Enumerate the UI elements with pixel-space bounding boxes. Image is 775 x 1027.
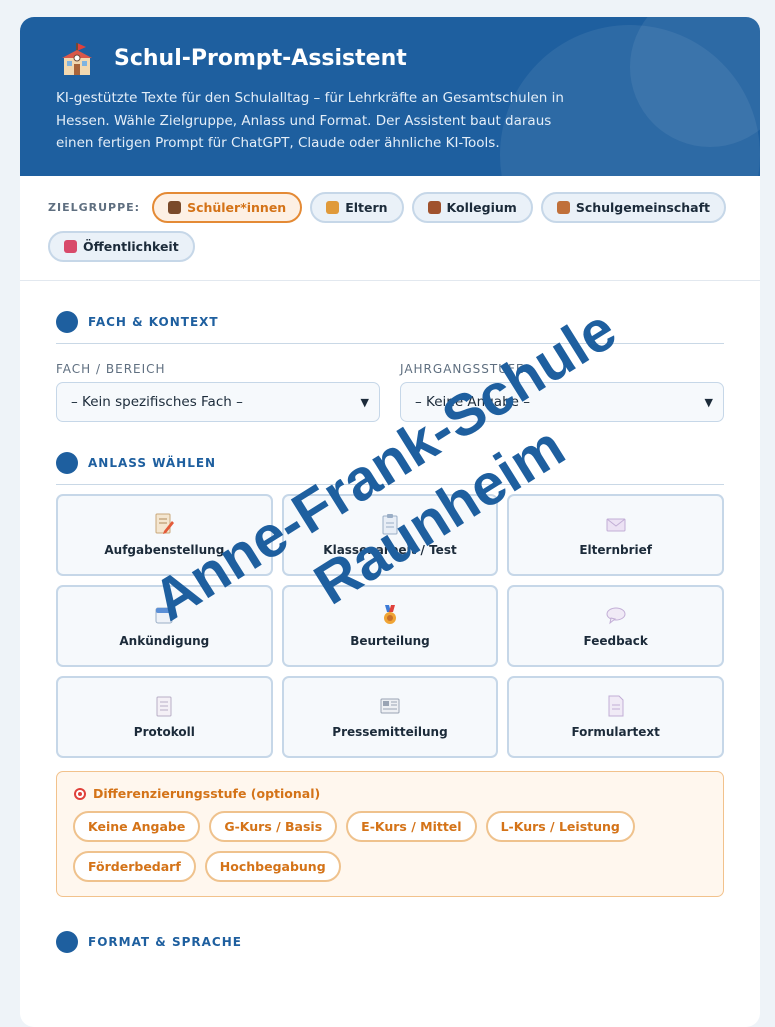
tile-label: Formulartext [571,725,660,739]
calendar-icon [155,607,173,624]
jahrgang-select-value: – Keine Angabe – [415,394,530,410]
chevron-down-icon: ▼ [360,395,369,409]
memo-icon [155,513,175,534]
anlass-tile-ankuendigung[interactable]: Ankündigung [56,585,273,667]
page-title: Schul-Prompt-Assistent [114,46,407,71]
audience-option-label: Schüler*innen [187,200,287,215]
anlass-tile-elternbrief[interactable]: Elternbrief [507,494,724,576]
differenzierung-options: Keine Angabe G-Kurs / Basis E-Kurs / Mit… [73,811,707,882]
audience-option-schueler[interactable]: Schüler*innen [152,192,303,223]
tile-label: Elternbrief [579,543,652,557]
tile-label: Protokoll [133,725,195,739]
school-building-icon [62,43,92,75]
newspaper-icon [380,698,400,714]
audience-selector: ZIELGRUPPE: Schüler*innen Eltern Kollegi… [20,176,760,281]
section-dot-icon [56,311,78,333]
fach-field: FACH / BEREICH – Kein spezifisches Fach … [56,362,380,422]
diff-option-keine-angabe[interactable]: Keine Angabe [73,811,201,842]
anlass-tile-feedback[interactable]: Feedback [507,585,724,667]
section-dot-icon [56,452,78,474]
fach-select[interactable]: – Kein spezifisches Fach – ▼ [56,382,380,422]
anlass-tile-pressemitteilung[interactable]: Pressemitteilung [281,676,499,758]
anlass-tile-beurteilung[interactable]: Beurteilung [281,585,499,667]
differenzierung-panel: Differenzierungsstufe (optional) Keine A… [56,771,724,897]
section-title: FORMAT & SPRACHE [88,935,242,949]
main-content: FACH & KONTEXT FACH / BEREICH – Kein spe… [20,281,760,963]
anlass-tile-protokoll[interactable]: Protokoll [56,676,273,758]
differenzierung-header: Differenzierungsstufe (optional) [73,786,707,801]
audience-option-label: Kollegium [446,200,517,215]
tile-label: Ankündigung [119,634,210,648]
differenzierung-title: Differenzierungsstufe (optional) [93,786,321,801]
audience-label: ZIELGRUPPE: [48,201,141,214]
section-title: ANLASS WÄHLEN [88,456,217,470]
family-icon [326,201,340,214]
anlass-grid: Aufgabenstellung Klassenarbeit / Test El… [56,494,724,758]
section-dot-icon [56,931,78,953]
app-card: Schul-Prompt-Assistent KI-gestützte Text… [20,17,760,1027]
school-icon [556,201,570,214]
chevron-down-icon: ▼ [704,395,713,409]
student-icon [168,201,182,214]
diff-option-g-kurs[interactable]: G-Kurs / Basis [209,811,338,842]
tile-label: Aufgabenstellung [104,543,225,557]
anlass-tile-formulartext[interactable]: Formulartext [507,676,724,758]
diff-option-foerderbedarf[interactable]: Förderbedarf [73,851,196,882]
audience-option-kollegium[interactable]: Kollegium [411,192,533,223]
audience-option-label: Schulgemeinschaft [575,200,711,215]
diff-option-e-kurs[interactable]: E-Kurs / Mittel [346,811,477,842]
diff-option-l-kurs[interactable]: L-Kurs / Leistung [485,811,635,842]
page-description: KI-gestützte Texte für den Schulalltag –… [56,90,564,151]
audience-option-label: Öffentlichkeit [83,239,179,254]
section-header-fach-kontext: FACH & KONTEXT [56,311,724,344]
section-title: FACH & KONTEXT [88,315,219,329]
diff-option-hochbegabung[interactable]: Hochbegabung [204,851,341,882]
teachers-icon [427,201,441,214]
audience-option-schulgemeinschaft[interactable]: Schulgemeinschaft [540,192,727,223]
anlass-tile-aufgabenstellung[interactable]: Aufgabenstellung [56,494,273,576]
context-fields: FACH / BEREICH – Kein spezifisches Fach … [56,362,724,422]
clipboard-icon [382,514,398,535]
section-header-anlass: ANLASS WÄHLEN [56,452,724,485]
envelope-icon [606,518,626,532]
jahrgang-select[interactable]: – Keine Angabe – ▼ [400,382,724,422]
target-icon [74,787,86,800]
audience-option-oeffentlichkeit[interactable]: Öffentlichkeit [48,231,195,262]
anlass-tile-klassenarbeit[interactable]: Klassenarbeit / Test [281,494,499,576]
document-icon [608,695,624,717]
fach-label: FACH / BEREICH [56,362,166,376]
audience-option-label: Eltern [345,200,388,215]
notepad-icon [156,696,172,717]
tile-label: Klassenarbeit / Test [323,543,457,557]
fach-select-value: – Kein spezifisches Fach – [71,394,243,410]
speech-bubble-icon [606,607,626,625]
tile-label: Beurteilung [350,634,430,648]
app-header: Schul-Prompt-Assistent KI-gestützte Text… [20,17,760,176]
jahrgang-label: JAHRGANGSSTUFE [400,362,525,376]
section-header-format: FORMAT & SPRACHE [56,931,724,963]
tile-label: Pressemitteilung [332,725,448,739]
jahrgang-field: JAHRGANGSSTUFE – Keine Angabe – ▼ [400,362,724,422]
medal-icon [383,605,396,624]
tile-label: Feedback [583,634,648,648]
audience-option-eltern[interactable]: Eltern [310,192,404,223]
megaphone-icon [64,240,77,253]
